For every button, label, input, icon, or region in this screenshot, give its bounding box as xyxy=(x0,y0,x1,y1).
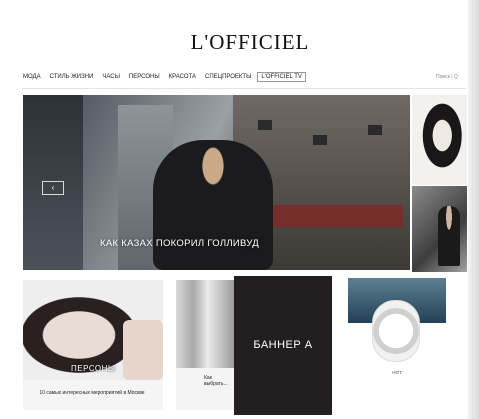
card-caption[interactable]: 10 самых интересных мероприятий в Москве xyxy=(27,390,157,396)
page: L'OFFICIEL МОДА СТИЛЬ ЖИЗНИ ЧАСЫ ПЕРСОНЫ… xyxy=(0,0,479,419)
main-navigation: МОДА СТИЛЬ ЖИЗНИ ЧАСЫ ПЕРСОНЫ КРАСОТА СП… xyxy=(23,70,315,84)
hero-title[interactable]: КАК КАЗАХ ПОКОРИЛ ГОЛЛИВУД xyxy=(100,238,259,249)
article-card[interactable]: Как выбрать... xyxy=(176,280,234,410)
nav-item-tv[interactable]: L'OFFICIEL TV xyxy=(257,72,306,82)
hero-window xyxy=(258,120,272,130)
nav-item-people[interactable]: ПЕРСОНЫ xyxy=(129,74,160,80)
card-image xyxy=(176,280,234,368)
ad-banner-label: БАННЕР А xyxy=(253,339,313,351)
nav-item-beauty[interactable]: КРАСОТА xyxy=(169,74,196,80)
hero-storefront xyxy=(273,205,403,227)
side-thumbnail[interactable] xyxy=(412,186,467,272)
card-caption[interactable]: Как выбрать... xyxy=(204,375,234,387)
nav-item-lifestyle[interactable]: СТИЛЬ ЖИЗНИ xyxy=(50,74,94,80)
ad-banner[interactable]: БАННЕР А xyxy=(234,276,332,415)
side-thumbnail[interactable] xyxy=(412,95,467,185)
article-card[interactable]: ПЕРСОНЫ 10 самых интересных мероприятий … xyxy=(23,280,163,410)
page-edge-shadow xyxy=(468,0,479,419)
card-image-detail xyxy=(123,320,163,380)
card-caption[interactable]: HOT xyxy=(358,370,436,376)
nav-item-fashion[interactable]: МОДА xyxy=(23,74,41,80)
slider-prev-button[interactable]: ‹ xyxy=(42,181,64,195)
nav-item-watches[interactable]: ЧАСЫ xyxy=(102,74,120,80)
watch-image xyxy=(372,300,420,362)
article-card[interactable]: HOT xyxy=(348,278,446,412)
card-category-tag: ПЕРСОНЫ xyxy=(71,364,116,373)
hero-person-image xyxy=(153,140,273,270)
hero-window xyxy=(313,135,327,145)
search-link[interactable]: Поиск | Q xyxy=(436,74,458,80)
nav-item-special-projects[interactable]: СПЕЦПРОЕКТЫ xyxy=(205,74,251,80)
hero-window xyxy=(368,125,382,135)
site-logo[interactable]: L'OFFICIEL xyxy=(150,30,350,55)
thumbnail-person xyxy=(438,206,460,266)
nav-divider xyxy=(22,88,466,89)
